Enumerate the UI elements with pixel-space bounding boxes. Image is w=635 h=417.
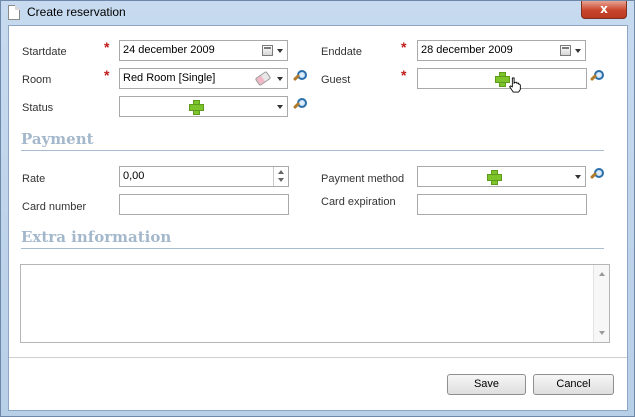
- status-select[interactable]: [119, 96, 288, 117]
- enddate-field[interactable]: 28 december 2009: [417, 40, 586, 61]
- extra-information-textarea[interactable]: [20, 264, 610, 343]
- rate-stepper[interactable]: 0,00: [119, 166, 289, 187]
- dropdown-arrow-icon[interactable]: [277, 105, 283, 109]
- enddate-label: Enddate: [321, 46, 362, 58]
- startdate-field[interactable]: 24 december 2009: [119, 40, 288, 61]
- startdate-required-marker: *: [104, 39, 110, 55]
- close-button[interactable]: x: [581, 1, 627, 19]
- enddate-value: 28 december 2009: [421, 44, 513, 56]
- dropdown-arrow-icon[interactable]: [277, 77, 283, 81]
- card-number-label: Card number: [22, 201, 87, 213]
- payment-divider: [21, 150, 604, 151]
- room-select[interactable]: Red Room [Single]: [119, 68, 288, 89]
- title-bar[interactable]: Create reservation x: [1, 1, 634, 24]
- dialog-body: Startdate * 24 december 2009 Enddate * 2…: [8, 25, 628, 411]
- window-title: Create reservation: [27, 5, 126, 19]
- dialog-footer: Save Cancel: [9, 357, 627, 410]
- calendar-icon[interactable]: [262, 45, 273, 56]
- search-icon[interactable]: [293, 98, 309, 114]
- spinner-icon[interactable]: [273, 167, 288, 186]
- scroll-down-icon[interactable]: [599, 331, 605, 335]
- status-label: Status: [22, 102, 54, 114]
- card-expiration-field[interactable]: [417, 194, 587, 215]
- guest-required-marker: *: [401, 67, 407, 83]
- cursor-hand-icon: [509, 77, 521, 93]
- search-icon[interactable]: [590, 168, 606, 184]
- room-value: Red Room [Single]: [123, 72, 216, 84]
- search-icon[interactable]: [293, 70, 309, 86]
- room-required-marker: *: [104, 67, 110, 83]
- cancel-button[interactable]: Cancel: [533, 374, 614, 395]
- payment-heading: Payment: [21, 130, 94, 148]
- dialog-window: Create reservation x Startdate * 24 dece…: [0, 0, 635, 417]
- search-icon[interactable]: [590, 70, 606, 86]
- startdate-label: Startdate: [22, 46, 67, 58]
- guest-label: Guest: [321, 74, 351, 86]
- scroll-up-icon[interactable]: [599, 272, 605, 276]
- payment-method-label: Payment method: [321, 173, 405, 185]
- enddate-required-marker: *: [401, 39, 407, 55]
- vertical-scrollbar[interactable]: [593, 265, 609, 342]
- dropdown-arrow-icon[interactable]: [575, 49, 581, 53]
- rate-value: 0,00: [123, 170, 145, 182]
- guest-field[interactable]: [417, 68, 587, 89]
- add-icon[interactable]: [189, 100, 204, 115]
- document-icon: [8, 5, 20, 20]
- add-icon[interactable]: [495, 72, 510, 87]
- card-expiration-label: Card expiration: [321, 196, 396, 208]
- extra-information-divider: [21, 248, 604, 249]
- dropdown-arrow-icon[interactable]: [575, 175, 581, 179]
- room-label: Room: [22, 74, 52, 86]
- card-number-field[interactable]: [119, 194, 289, 215]
- startdate-value: 24 december 2009: [123, 44, 215, 56]
- extra-information-heading: Extra information: [21, 228, 172, 246]
- save-button[interactable]: Save: [447, 374, 526, 395]
- rate-label: Rate: [22, 173, 46, 185]
- dropdown-arrow-icon[interactable]: [277, 49, 283, 53]
- calendar-icon[interactable]: [560, 45, 571, 56]
- add-icon[interactable]: [487, 170, 502, 185]
- payment-method-select[interactable]: [417, 166, 586, 187]
- close-icon: x: [600, 2, 608, 16]
- eraser-icon[interactable]: [254, 70, 272, 87]
